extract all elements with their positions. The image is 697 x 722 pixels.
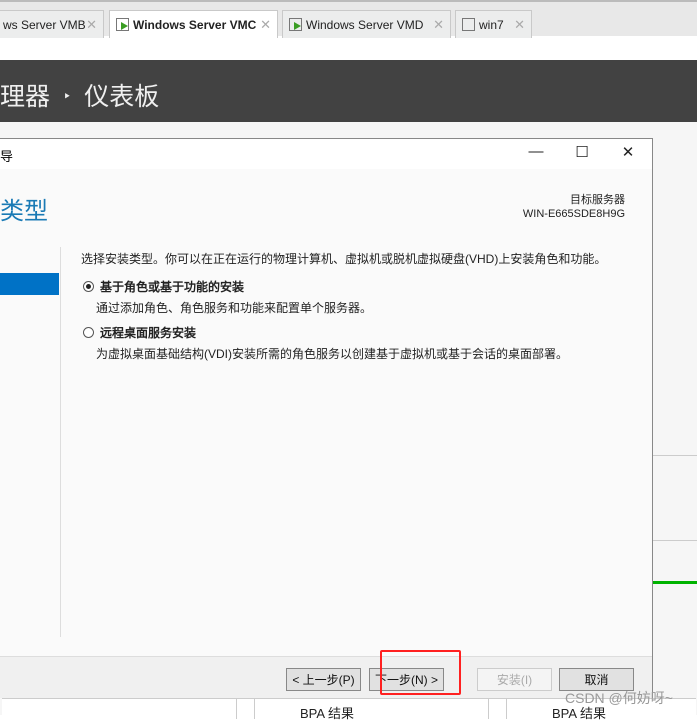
- page-title: 仪表板: [84, 83, 160, 111]
- description-text: 选择安装类型。你可以在正在运行的物理计算机、虚拟机或脱机虚拟硬盘(VHD)上安装…: [81, 252, 607, 266]
- close-button[interactable]: ✕: [613, 143, 643, 165]
- tab-label: ws Server VMB: [3, 17, 86, 32]
- highlight-box: [380, 650, 461, 695]
- tab-vmc[interactable]: Windows Server VMC ✕: [109, 10, 278, 38]
- option-label: 远程桌面服务安装: [100, 326, 197, 340]
- header-prefix: 理器: [0, 83, 51, 111]
- tab-vmb[interactable]: ws Server VMB ✕: [0, 10, 104, 38]
- vm-running-icon: [289, 18, 302, 31]
- previous-button[interactable]: < 上一步(P): [286, 668, 361, 691]
- radio-button-selected[interactable]: [83, 281, 94, 292]
- close-icon[interactable]: ✕: [86, 17, 97, 33]
- wizard-button-bar: < 上一步(P) 下一步(N) > 安装(I) 取消: [0, 656, 652, 698]
- option-description: 通过添加角色、角色服务和功能来配置单个服务器。: [96, 301, 373, 315]
- tab-label: Windows Server VMC: [133, 17, 257, 32]
- tab-bar: ws Server VMB ✕ Windows Server VMC ✕ Windo…: [0, 0, 697, 38]
- minimize-button[interactable]: —: [521, 143, 551, 165]
- wizard-page-title: 类型: [0, 198, 48, 225]
- install-button[interactable]: 安装(I): [477, 668, 552, 691]
- vm-icon: [462, 18, 475, 31]
- tab-label: Windows Server VMD: [306, 17, 424, 32]
- close-icon[interactable]: ✕: [433, 17, 444, 33]
- target-server-label: 目标服务器: [570, 194, 625, 206]
- target-server-name: WIN-E665SDE8H9G: [522, 208, 625, 220]
- vm-running-icon: [116, 18, 129, 31]
- server-manager-header: 理器 ‣ 仪表板: [0, 60, 697, 122]
- status-bar-green: [653, 581, 697, 584]
- option-label: 基于角色或基于功能的安装: [100, 280, 245, 294]
- radio-button[interactable]: [83, 327, 94, 338]
- close-icon[interactable]: ✕: [260, 17, 271, 33]
- nav-item-installation-type[interactable]: [0, 273, 59, 295]
- tab-vmd[interactable]: Windows Server VMD ✕: [282, 10, 451, 38]
- add-roles-wizard: 导 — ☐ ✕ 类型 目标服务器 WIN-E665SDE8H9G 选择安装类型。…: [0, 138, 653, 698]
- bpa-results-label: BPA 结果: [300, 706, 354, 721]
- breadcrumb-separator: ‣: [62, 88, 72, 104]
- dialog-titlebar: 导 — ☐ ✕: [0, 139, 652, 169]
- option-role-based[interactable]: 基于角色或基于功能的安装 通过添加角色、角色服务和功能来配置单个服务器。: [83, 278, 372, 316]
- option-description: 为虚拟桌面基础结构(VDI)安装所需的角色服务以创建基于虚拟机或基于会话的桌面部…: [96, 347, 568, 361]
- nav-divider: [60, 247, 61, 637]
- option-remote-desktop[interactable]: 远程桌面服务安装 为虚拟桌面基础结构(VDI)安装所需的角色服务以创建基于虚拟机…: [83, 324, 568, 362]
- dialog-title: 导: [0, 149, 14, 164]
- maximize-button[interactable]: ☐: [567, 143, 597, 165]
- close-icon[interactable]: ✕: [514, 17, 525, 33]
- tab-label: win7: [479, 17, 504, 32]
- watermark: CSDN @何妨呀~: [565, 690, 673, 706]
- tab-win7[interactable]: win7 ✕: [455, 10, 532, 38]
